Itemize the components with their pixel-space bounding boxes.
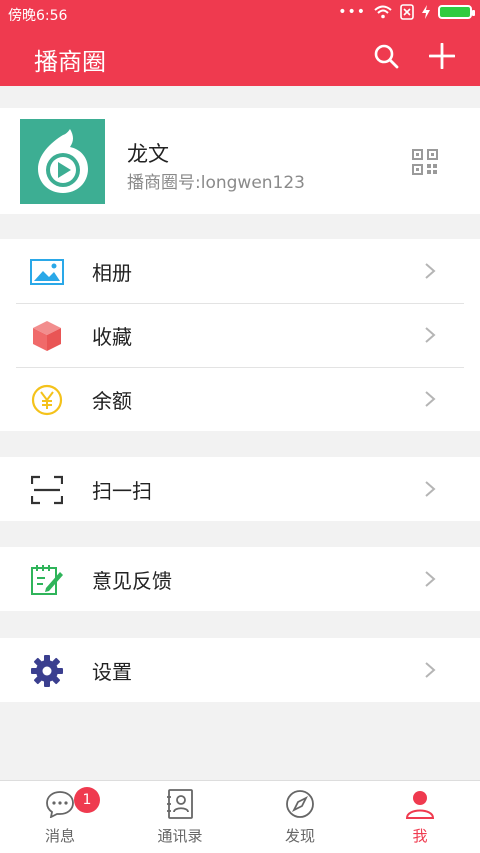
menu-item-balance[interactable]: 余额	[0, 367, 480, 431]
charging-icon	[422, 5, 430, 19]
chevron-right-icon	[425, 263, 436, 279]
tab-label: 通讯录	[157, 827, 203, 845]
wifi-icon	[374, 5, 392, 19]
chevron-right-icon	[425, 327, 436, 343]
contacts-book-icon	[165, 789, 195, 819]
profile-id: 播商圈号:longwen123	[127, 173, 306, 193]
search-button[interactable]	[372, 42, 400, 70]
tab-label: 发现	[284, 827, 315, 845]
avatar	[20, 119, 105, 204]
menu-item-scan[interactable]: 扫一扫	[0, 457, 480, 521]
status-bar: 傍晚6:56 •••	[0, 0, 480, 26]
qr-code-icon[interactable]	[412, 149, 438, 175]
chevron-right-icon	[425, 571, 436, 587]
tab-messages[interactable]: 1 消息	[0, 781, 120, 853]
plus-icon	[429, 43, 455, 69]
menu-group-scan: 扫一扫	[0, 457, 480, 521]
app-header: 傍晚6:56 ••• 播商圈	[0, 0, 480, 86]
tab-me[interactable]: 我	[360, 781, 480, 853]
status-time: 傍晚6:56	[8, 8, 68, 24]
battery-icon	[438, 5, 475, 19]
status-icons: •••	[338, 4, 475, 20]
scan-icon	[30, 473, 64, 507]
compass-icon	[285, 789, 315, 819]
menu-item-favorites[interactable]: 收藏	[0, 303, 480, 367]
menu-item-label: 收藏	[92, 324, 132, 349]
menu-group-feedback: 意见反馈	[0, 547, 480, 611]
menu-item-album[interactable]: 相册	[0, 239, 480, 303]
more-notifications-icon: •••	[338, 4, 366, 20]
menu-item-label: 设置	[92, 659, 132, 684]
feedback-edit-icon	[30, 563, 64, 597]
profile-card[interactable]: 龙文 播商圈号:longwen123	[0, 108, 480, 214]
bottom-nav: 1 消息 通讯录 发现 我	[0, 780, 480, 853]
favorites-box-icon	[30, 319, 64, 353]
photo-album-icon	[30, 255, 64, 289]
menu-group-wallet: 相册 收藏 余额	[0, 239, 480, 431]
unread-badge: 1	[74, 787, 100, 813]
search-icon	[374, 44, 399, 69]
app-logo-icon	[37, 128, 88, 193]
menu-item-settings[interactable]: 设置	[0, 638, 480, 702]
header-actions	[372, 42, 456, 70]
tab-discover[interactable]: 发现	[240, 781, 360, 853]
menu-item-label: 扫一扫	[92, 478, 152, 503]
yuan-coin-icon	[30, 383, 64, 417]
no-sim-icon	[400, 4, 414, 20]
chevron-right-icon	[425, 391, 436, 407]
chevron-right-icon	[425, 481, 436, 497]
menu-item-label: 余额	[92, 388, 132, 413]
add-button[interactable]	[428, 42, 456, 70]
tab-label: 我	[412, 827, 428, 845]
tab-label: 消息	[44, 827, 75, 845]
chevron-right-icon	[425, 662, 436, 678]
menu-item-label: 意见反馈	[92, 568, 172, 593]
page-title: 播商圈	[34, 48, 106, 76]
user-icon	[405, 789, 435, 819]
gear-icon	[30, 654, 64, 688]
menu-group-settings: 设置	[0, 638, 480, 702]
menu-item-feedback[interactable]: 意见反馈	[0, 547, 480, 611]
menu-item-label: 相册	[92, 260, 132, 285]
profile-name: 龙文	[127, 142, 169, 166]
tab-contacts[interactable]: 通讯录	[120, 781, 240, 853]
chat-bubble-icon	[45, 789, 75, 819]
